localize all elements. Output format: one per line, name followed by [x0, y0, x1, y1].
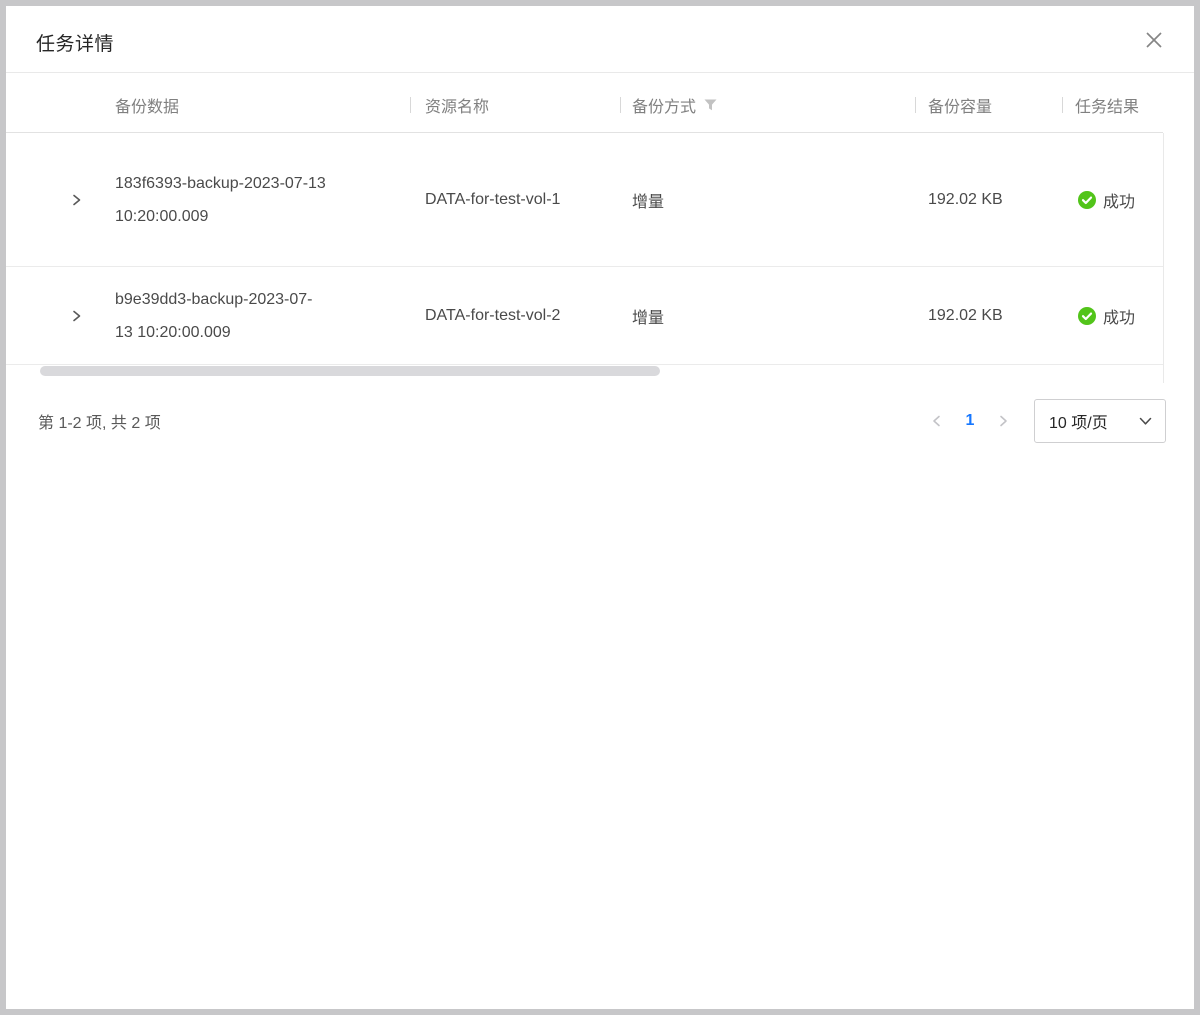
column-header-task-result: 任务结果: [1062, 93, 1163, 117]
close-button[interactable]: [1142, 30, 1166, 54]
prev-page-button[interactable]: [922, 406, 952, 436]
table-row: b9e39dd3-backup-2023-07-13 10:20:00.009 …: [6, 267, 1163, 365]
task-details-dialog: 任务详情 备份数据 资源名称 备份方式: [0, 0, 1200, 1015]
column-header-backup-data: 备份数据: [115, 93, 410, 117]
cell-backup-capacity: 192.02 KB: [915, 307, 1062, 325]
task-result-label: 成功: [1103, 188, 1135, 212]
cell-resource-name: DATA-for-test-vol-1: [410, 191, 620, 209]
column-header-resource-name: 资源名称: [410, 93, 620, 117]
page-size-select[interactable]: 10 项/页: [1034, 399, 1166, 443]
column-header-label: 备份容量: [928, 93, 992, 117]
chevron-down-icon: [1139, 417, 1152, 426]
table-right-edge-divider: [1163, 133, 1164, 383]
pagination-controls: 1 10 项/页: [922, 399, 1166, 443]
table-body: 183f6393-backup-2023-07-13 10:20:00.009 …: [6, 133, 1194, 365]
cell-backup-data: b9e39dd3-backup-2023-07-13 10:20:00.009: [115, 283, 410, 349]
column-header-label: 备份数据: [115, 93, 179, 117]
table-header-row: 备份数据 资源名称 备份方式 备份容量 任务结果: [6, 73, 1163, 133]
expand-row-icon[interactable]: [65, 305, 87, 327]
page-number-current[interactable]: 1: [952, 412, 988, 430]
horizontal-scrollbar-track: [6, 366, 1194, 376]
cell-backup-method: 增量: [620, 188, 915, 212]
page-size-value: 10 项/页: [1049, 409, 1108, 433]
cell-backup-capacity: 192.02 KB: [915, 191, 1062, 209]
task-result-label: 成功: [1103, 304, 1135, 328]
success-icon: [1078, 307, 1096, 325]
backup-tasks-table: 备份数据 资源名称 备份方式 备份容量 任务结果: [6, 73, 1194, 376]
cell-resource-name: DATA-for-test-vol-2: [410, 307, 620, 325]
column-header-backup-capacity: 备份容量: [915, 93, 1062, 117]
column-header-label: 资源名称: [425, 93, 489, 117]
cell-task-result: 成功: [1062, 188, 1163, 212]
expand-cell: [36, 305, 115, 327]
column-header-label: 备份方式: [632, 93, 696, 117]
cell-task-result: 成功: [1062, 304, 1163, 328]
filter-icon[interactable]: [704, 99, 717, 111]
cell-backup-data: 183f6393-backup-2023-07-13 10:20:00.009: [115, 167, 410, 233]
dialog-title: 任务详情: [36, 29, 114, 56]
success-icon: [1078, 191, 1096, 209]
close-icon: [1144, 30, 1164, 55]
table-row: 183f6393-backup-2023-07-13 10:20:00.009 …: [6, 133, 1163, 267]
expand-cell: [36, 189, 115, 211]
column-header-label: 任务结果: [1075, 93, 1139, 117]
next-page-button[interactable]: [988, 406, 1018, 436]
expand-row-icon[interactable]: [65, 189, 87, 211]
pagination-summary: 第 1-2 项, 共 2 项: [38, 409, 161, 433]
cell-backup-method: 增量: [620, 304, 915, 328]
dialog-header: 任务详情: [6, 6, 1194, 73]
pagination-bar: 第 1-2 项, 共 2 项 1 10 项/页: [6, 399, 1194, 443]
column-header-backup-method: 备份方式: [620, 93, 915, 117]
horizontal-scrollbar-thumb[interactable]: [40, 366, 660, 376]
